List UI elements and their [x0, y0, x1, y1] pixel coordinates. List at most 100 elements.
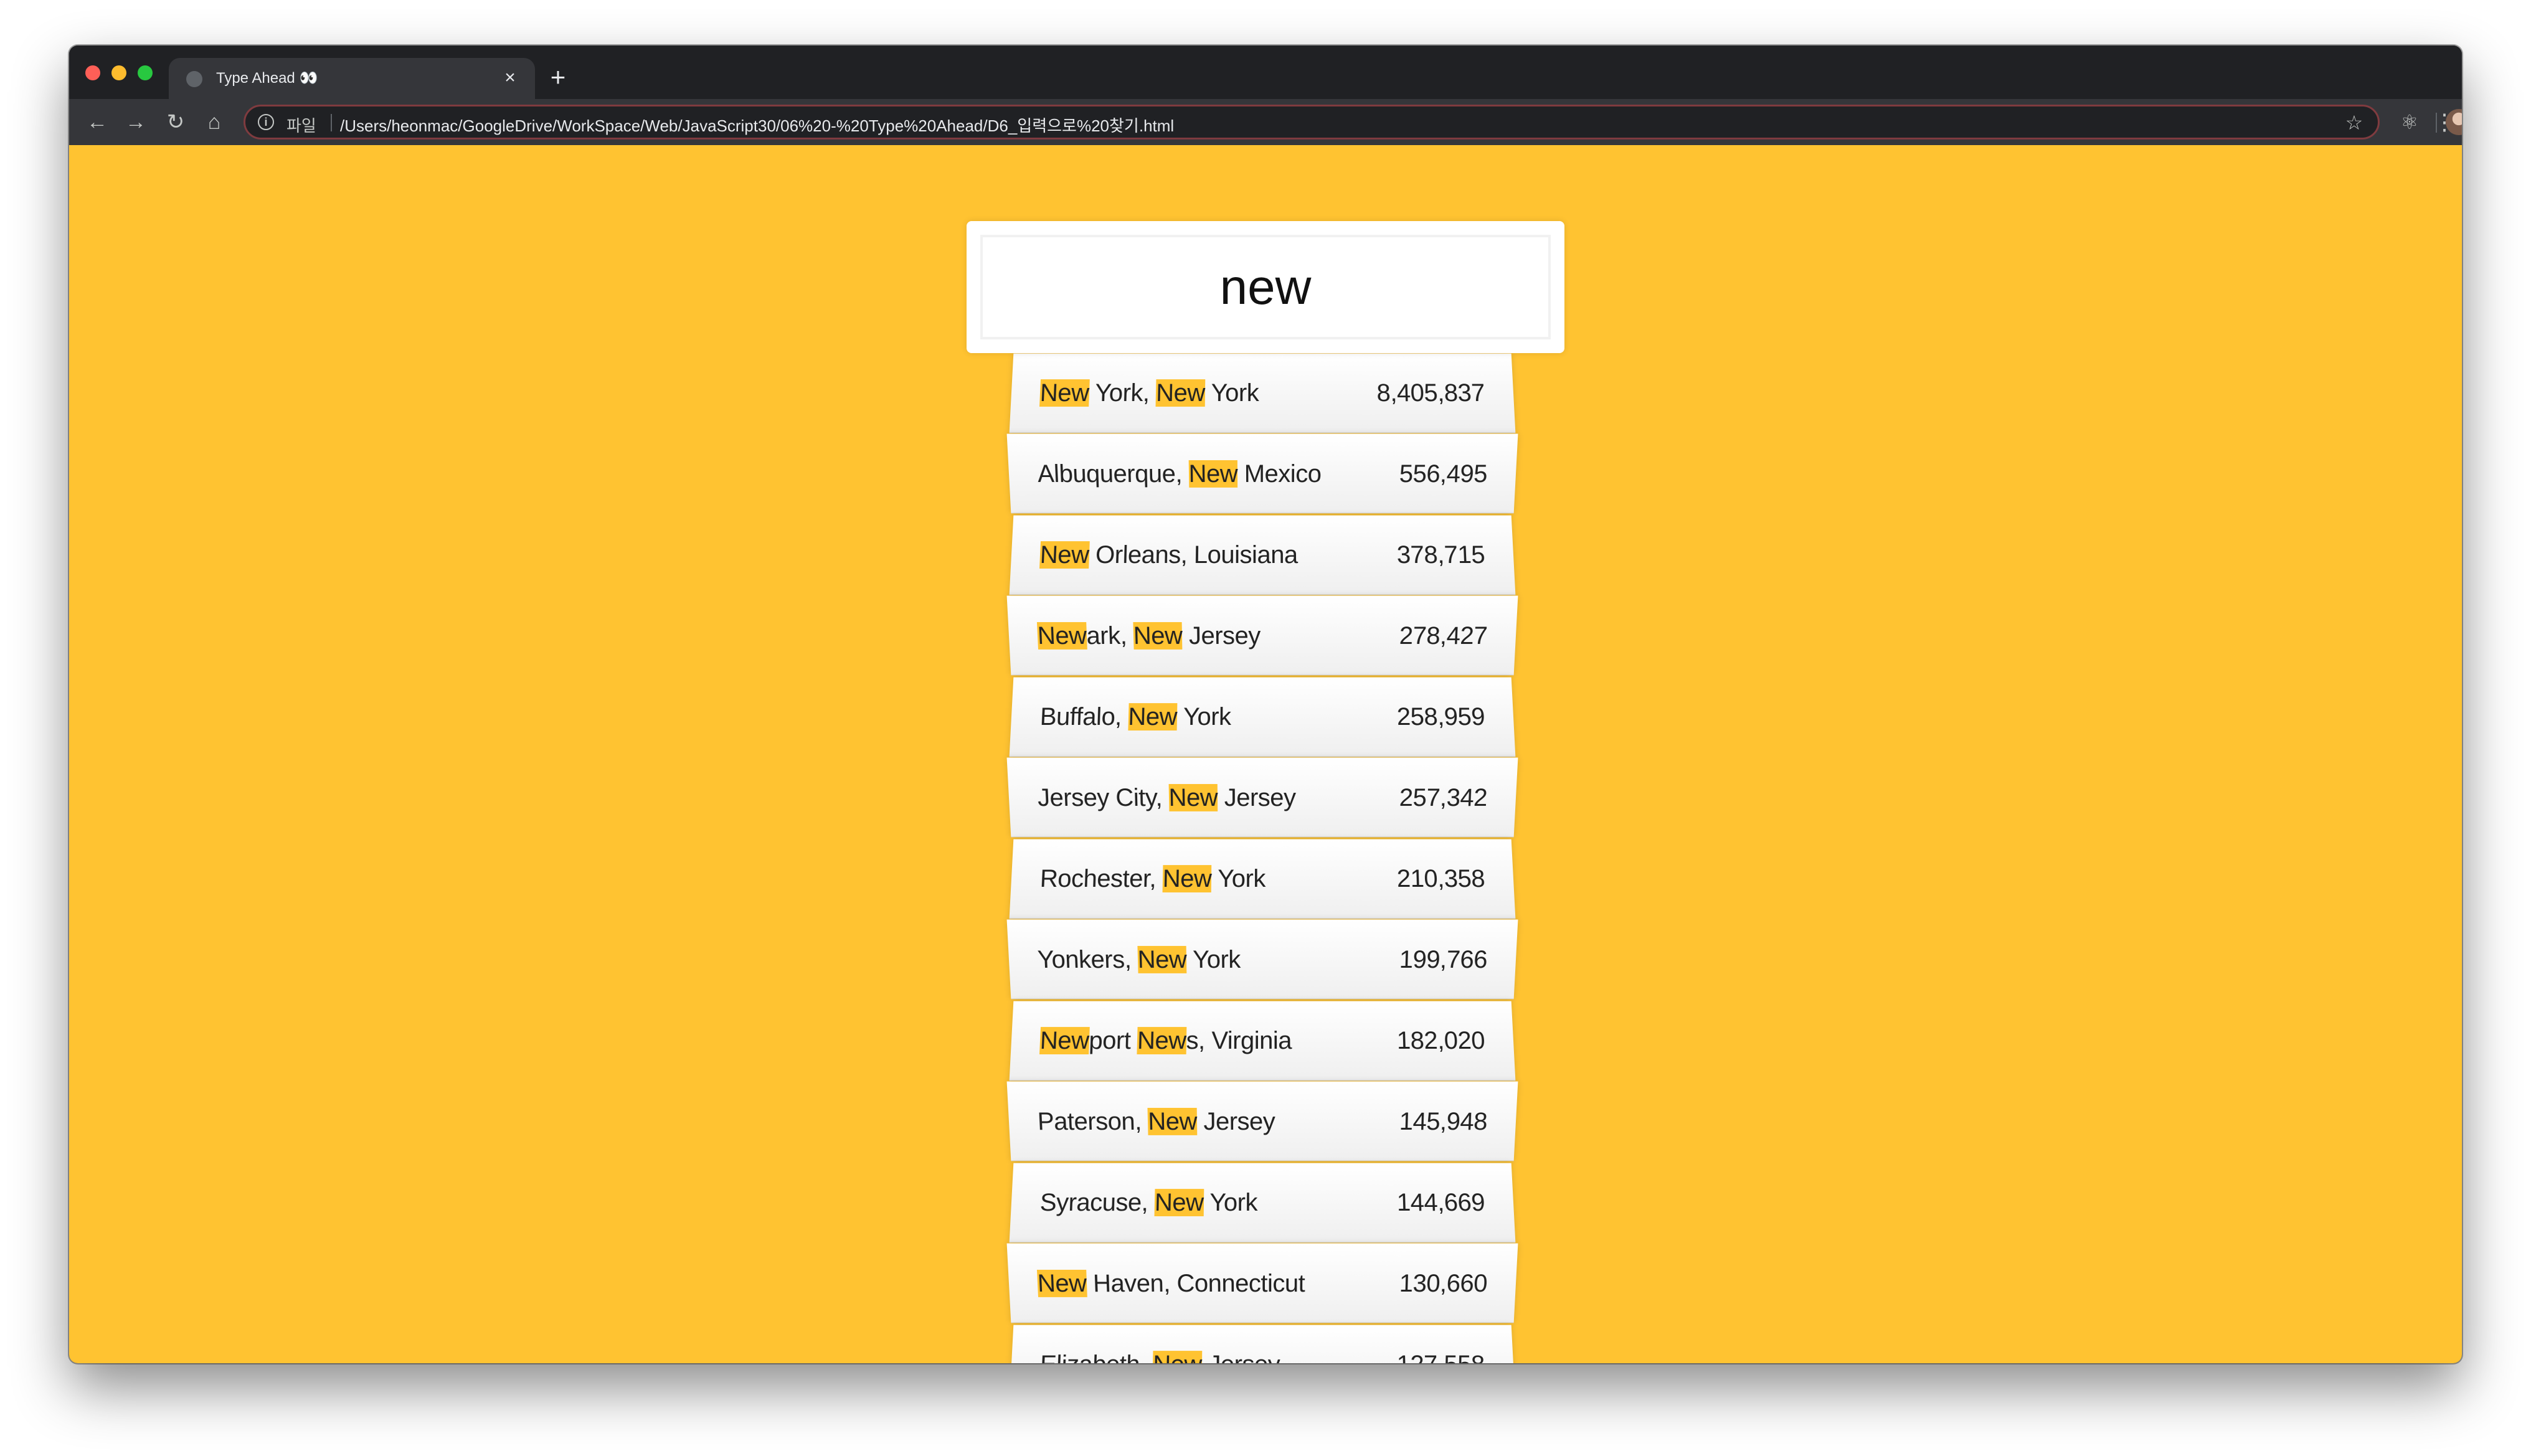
suggestion-item[interactable]: New Haven, Connecticut 130,660: [1006, 1243, 1518, 1323]
suggestion-item[interactable]: Newark, New Jersey 278,427: [1006, 595, 1518, 676]
highlighted-match: New: [1147, 1107, 1198, 1135]
city-state-name: New York, New York: [1038, 354, 1259, 433]
name-segment: Jersey: [1217, 783, 1296, 811]
suggestion-item[interactable]: Syracuse, New York 144,669: [1009, 1163, 1516, 1243]
population: 127,558: [1396, 1325, 1487, 1363]
minimize-window-button[interactable]: [111, 65, 126, 80]
name-segment: s, Virginia: [1186, 1027, 1292, 1055]
name-segment: Paterson,: [1036, 1107, 1148, 1135]
city-state-name: Albuquerque, New Mexico: [1036, 434, 1322, 514]
name-segment: York: [1186, 945, 1241, 973]
suggestion-item[interactable]: Albuquerque, New Mexico 556,495: [1006, 433, 1518, 514]
page-viewport: New York, New York 8,405,837 Albuquerque, …: [69, 145, 2462, 1363]
name-segment: York: [1176, 703, 1231, 731]
population: 210,358: [1396, 865, 1486, 893]
name-segment: Syracuse,: [1039, 1189, 1155, 1217]
name-segment: York: [1211, 865, 1266, 893]
name-segment: York,: [1088, 379, 1157, 407]
highlighted-match: New: [1036, 622, 1087, 650]
population: 8,405,837: [1376, 379, 1486, 407]
name-segment: Rochester,: [1039, 865, 1163, 893]
highlighted-match: New: [1155, 379, 1206, 407]
react-devtools-icon[interactable]: ⚛: [2394, 106, 2425, 138]
highlighted-match: New: [1162, 865, 1212, 893]
name-segment: ark,: [1086, 622, 1134, 650]
population: 258,959: [1396, 703, 1486, 731]
highlighted-match: New: [1039, 1027, 1090, 1055]
city-state-name: New Orleans, Louisiana: [1038, 516, 1298, 595]
suggestion-item[interactable]: Buffalo, New York 258,959: [1009, 677, 1516, 757]
name-segment: York: [1203, 1189, 1257, 1217]
name-segment: Jersey: [1181, 622, 1261, 650]
name-segment: Albuquerque,: [1036, 460, 1189, 488]
highlighted-match: New: [1127, 703, 1178, 731]
city-state-name: Yonkers, New York: [1036, 920, 1241, 1000]
suggestion-item[interactable]: Rochester, New York 210,358: [1009, 839, 1516, 919]
highlighted-match: New: [1039, 379, 1090, 407]
population: 257,342: [1399, 783, 1488, 811]
city-state-name: New Haven, Connecticut: [1036, 1244, 1305, 1323]
suggestion-item[interactable]: New York, New York 8,405,837: [1009, 353, 1516, 433]
city-state-name: Paterson, New Jersey: [1036, 1082, 1275, 1161]
population: 130,660: [1399, 1269, 1488, 1297]
tab-type-ahead[interactable]: Type Ahead 👀 ×: [169, 58, 535, 99]
suggestion-item[interactable]: Newport News, Virginia 182,020: [1009, 1001, 1516, 1081]
new-tab-button[interactable]: +: [542, 62, 574, 93]
name-segment: Jersey: [1202, 1351, 1280, 1363]
browser-window: Type Ahead 👀 × + ← → ↻ ⌂ i 파일 /Users/heo…: [69, 45, 2462, 1363]
name-segment: Elizabeth,: [1039, 1351, 1153, 1363]
highlighted-match: New: [1036, 1269, 1087, 1297]
highlighted-match: New: [1137, 945, 1187, 973]
search-input[interactable]: [980, 235, 1551, 339]
suggestion-item[interactable]: Jersey City, New Jersey 257,342: [1006, 757, 1518, 838]
name-segment: Buffalo,: [1039, 703, 1129, 731]
back-icon[interactable]: ←: [82, 106, 113, 138]
url-scheme-label: 파일: [286, 116, 316, 135]
suggestion-item[interactable]: New Orleans, Louisiana 378,715: [1009, 515, 1516, 595]
name-segment: Haven, Connecticut: [1086, 1269, 1305, 1297]
suggestion-item[interactable]: Elizabeth, New Jersey 127,558: [1009, 1325, 1516, 1363]
url-text[interactable]: /Users/heonmac/GoogleDrive/WorkSpace/Web…: [340, 113, 1174, 136]
highlighted-match: New: [1154, 1189, 1204, 1217]
close-window-button[interactable]: [85, 65, 100, 80]
search-form: [967, 221, 1564, 353]
city-state-name: Elizabeth, New Jersey: [1038, 1325, 1280, 1363]
close-icon[interactable]: ×: [498, 65, 523, 90]
zoom-window-button[interactable]: [138, 65, 153, 80]
population: 144,669: [1396, 1189, 1486, 1217]
name-segment: Jersey City,: [1036, 783, 1170, 811]
highlighted-match: New: [1188, 460, 1238, 488]
tab-title: Type Ahead 👀: [216, 70, 318, 87]
home-icon[interactable]: ⌂: [199, 106, 230, 138]
favicon-icon: [186, 71, 202, 87]
tab-strip: Type Ahead 👀 × +: [69, 45, 2462, 99]
suggestion-item[interactable]: Yonkers, New York 199,766: [1006, 919, 1518, 1000]
toolbar: ← → ↻ ⌂ i 파일 /Users/heonmac/GoogleDrive/…: [69, 99, 2462, 145]
name-segment: Jersey: [1196, 1107, 1275, 1135]
population: 378,715: [1396, 541, 1486, 569]
city-state-name: Newport News, Virginia: [1038, 1001, 1292, 1081]
suggestion-item[interactable]: Paterson, New Jersey 145,948: [1006, 1081, 1518, 1161]
city-state-name: Syracuse, New York: [1038, 1163, 1257, 1243]
population: 278,427: [1399, 622, 1488, 650]
star-icon[interactable]: ☆: [2340, 109, 2368, 136]
forward-icon[interactable]: →: [120, 106, 151, 138]
highlighted-match: New: [1039, 541, 1090, 569]
highlighted-match: New: [1152, 1351, 1203, 1363]
reload-icon[interactable]: ↻: [160, 106, 191, 138]
name-segment: Mexico: [1237, 460, 1322, 488]
kebab-menu-icon[interactable]: ⋮: [2433, 106, 2456, 138]
population: 556,495: [1399, 460, 1488, 488]
address-bar[interactable]: i 파일 /Users/heonmac/GoogleDrive/WorkSpac…: [244, 105, 2380, 139]
highlighted-match: New: [1137, 1027, 1186, 1055]
name-segment: port: [1088, 1027, 1138, 1055]
address-divider: [331, 114, 332, 131]
info-icon[interactable]: i: [258, 114, 274, 130]
highlighted-match: New: [1133, 622, 1183, 650]
name-segment: York: [1204, 379, 1259, 407]
city-state-name: Buffalo, New York: [1038, 678, 1231, 757]
city-state-name: Rochester, New York: [1038, 839, 1266, 919]
population: 182,020: [1396, 1027, 1486, 1055]
name-segment: Orleans, Louisiana: [1088, 541, 1298, 569]
highlighted-match: New: [1168, 783, 1218, 811]
